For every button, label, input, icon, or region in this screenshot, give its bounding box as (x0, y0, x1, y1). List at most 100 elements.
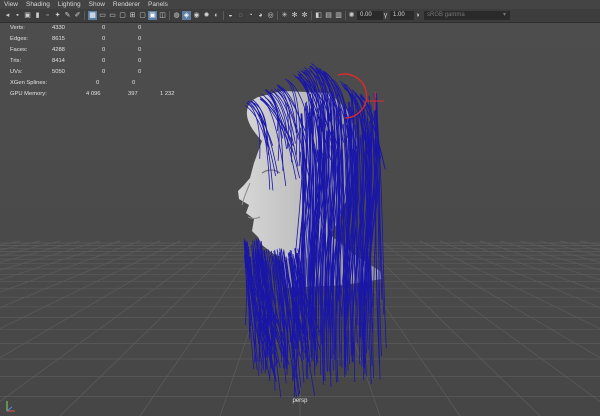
toolbar-separator (169, 11, 170, 20)
exposure-icon[interactable]: ✺ (347, 11, 356, 20)
hud-toggle-icon[interactable]: ▤ (324, 11, 333, 20)
menu-renderer[interactable]: Renderer (109, 0, 144, 9)
grid-line (0, 240, 161, 309)
motion-blur-icon[interactable]: ◌ (236, 11, 245, 20)
grid-line (0, 240, 141, 293)
wireframe-icon[interactable]: ◫ (158, 11, 167, 20)
xray-active-components-icon[interactable]: ✼ (300, 11, 309, 20)
camera-label: persp (292, 398, 308, 404)
hud-value: 8414 (52, 58, 65, 64)
grid-line (0, 240, 221, 402)
grid-line (459, 240, 600, 293)
hud-value: 4 096 (86, 91, 101, 97)
menu-lighting[interactable]: Lighting (54, 0, 85, 9)
menu-view[interactable]: View (0, 0, 22, 9)
menu-shading[interactable]: Shading (22, 0, 54, 9)
grid-line (559, 240, 600, 251)
hud-label: Verts: (10, 25, 25, 31)
hud-value: 0 (102, 58, 106, 64)
grid-line (419, 240, 600, 329)
resolution-gate-icon[interactable]: ▭ (108, 11, 117, 20)
grid-line (0, 240, 181, 329)
hud-value: 5050 (52, 69, 65, 75)
color-space-label: sRGB gamma (427, 12, 465, 18)
viewport-canvas (0, 63, 600, 416)
menu-panels[interactable]: Panels (144, 0, 172, 9)
exposure-field[interactable]: 0.00 (357, 11, 383, 20)
gate-mask-icon[interactable]: ▢ (118, 11, 127, 20)
isolate-select-icon[interactable]: ◎ (266, 11, 275, 20)
color-management-icon[interactable]: ◑ (413, 11, 422, 20)
hud-value: 0 (96, 80, 100, 86)
grid-toggle-icon[interactable]: ▦ (88, 11, 97, 20)
hud-label: XGen Splines: (10, 80, 48, 86)
multisample-aa-icon[interactable]: ◔ (246, 11, 255, 20)
xray-icon[interactable]: ✳ (280, 11, 289, 20)
select-camera-icon[interactable]: ◂ (3, 11, 12, 20)
hud-value: 4288 (52, 47, 65, 53)
hud-label: Faces: (10, 47, 28, 53)
two-d-pan-zoom-icon[interactable]: ✦ (53, 11, 62, 20)
smooth-shade-icon[interactable]: ◍ (172, 11, 181, 20)
shadows-icon[interactable]: ◐ (212, 11, 221, 20)
panel-menu-bar: View Shading Lighting Show Renderer Pane… (0, 0, 600, 9)
grid-line (479, 240, 600, 281)
grid-line (59, 240, 241, 416)
hud-value: 0 (102, 69, 106, 75)
lock-camera-icon[interactable]: ▪ (13, 11, 22, 20)
hud-value: 0 (138, 25, 142, 31)
hud-value: 0 (138, 36, 142, 42)
wireframe-on-shaded-icon[interactable]: ◈ (182, 11, 191, 20)
toolbar-separator (345, 11, 346, 20)
hud-label: UVs: (10, 69, 23, 75)
film-gate-icon[interactable]: ▭ (98, 11, 107, 20)
hud-value: 0 (102, 47, 106, 53)
hud-value: 4330 (52, 25, 65, 31)
view-axis-icon (6, 401, 15, 412)
chevron-down-icon: ▾ (502, 12, 506, 18)
camera-attributes-icon[interactable]: ▣ (23, 11, 32, 20)
xray-joints-icon[interactable]: ✻ (290, 11, 299, 20)
hud-label: Edges: (10, 36, 29, 42)
grid-line (379, 240, 600, 402)
hud-value: 0 (138, 58, 142, 64)
safe-action-icon[interactable]: ▢ (138, 11, 147, 20)
maya-viewport-panel: View Shading Lighting Show Renderer Pane… (0, 0, 600, 416)
camera-sequencer-icon[interactable]: ▥ (334, 11, 343, 20)
use-all-lights-icon[interactable]: ✹ (202, 11, 211, 20)
menu-show[interactable]: Show (85, 0, 109, 9)
hud-value: 397 (128, 91, 138, 97)
grid-line (0, 240, 121, 281)
gamma-field[interactable]: 1.00 (390, 11, 414, 20)
grid-line (439, 240, 600, 309)
safe-title-icon[interactable]: ▣ (148, 11, 157, 20)
bookmark-icon[interactable]: ▮ (33, 11, 42, 20)
hud-value: 0 (132, 80, 136, 86)
grease-pencil-icon[interactable]: ✎ (63, 11, 72, 20)
field-chart-icon[interactable]: ⊞ (128, 11, 137, 20)
hud-value: 0 (138, 47, 142, 53)
hud-value: 0 (138, 69, 142, 75)
hud-value: 0 (102, 25, 106, 31)
hud-value: 8615 (52, 36, 65, 42)
3d-viewport[interactable]: Verts: 4330 0 0 Edges: 8615 0 0 Faces: 4288 0 0 Tris… (0, 23, 600, 416)
hud-label: Tris: (10, 58, 22, 64)
depth-of-field-icon[interactable]: ◕ (256, 11, 265, 20)
backface-culling-icon[interactable]: ◧ (314, 11, 323, 20)
grid-line (359, 240, 541, 416)
grease-pencil-frame-icon[interactable]: ✐ (73, 11, 82, 20)
gamma-icon[interactable]: γ (381, 11, 390, 20)
hud-value: 1 232 (160, 91, 175, 97)
textured-icon[interactable]: ◉ (192, 11, 201, 20)
screen-space-ao-icon[interactable]: ◒ (226, 11, 235, 20)
toolbar-separator (84, 11, 85, 20)
toolbar-separator (223, 11, 224, 20)
panel-toolbar: ◂ ▪ ▣ ▮ ▫ ✦ ✎ ✐ ▦ ▭ ▭ ▢ ⊞ ▢ ▣ ◫ ◍ ◈ ◉ ✹ … (0, 9, 600, 23)
grid-line (0, 240, 41, 251)
toolbar-separator (311, 11, 312, 20)
hud-value: 0 (102, 36, 106, 42)
grid-line (139, 240, 261, 416)
image-plane-icon[interactable]: ▫ (43, 11, 52, 20)
hud-label: GPU Memory: (10, 91, 47, 97)
color-space-dropdown[interactable]: sRGB gamma ▾ (424, 11, 510, 20)
